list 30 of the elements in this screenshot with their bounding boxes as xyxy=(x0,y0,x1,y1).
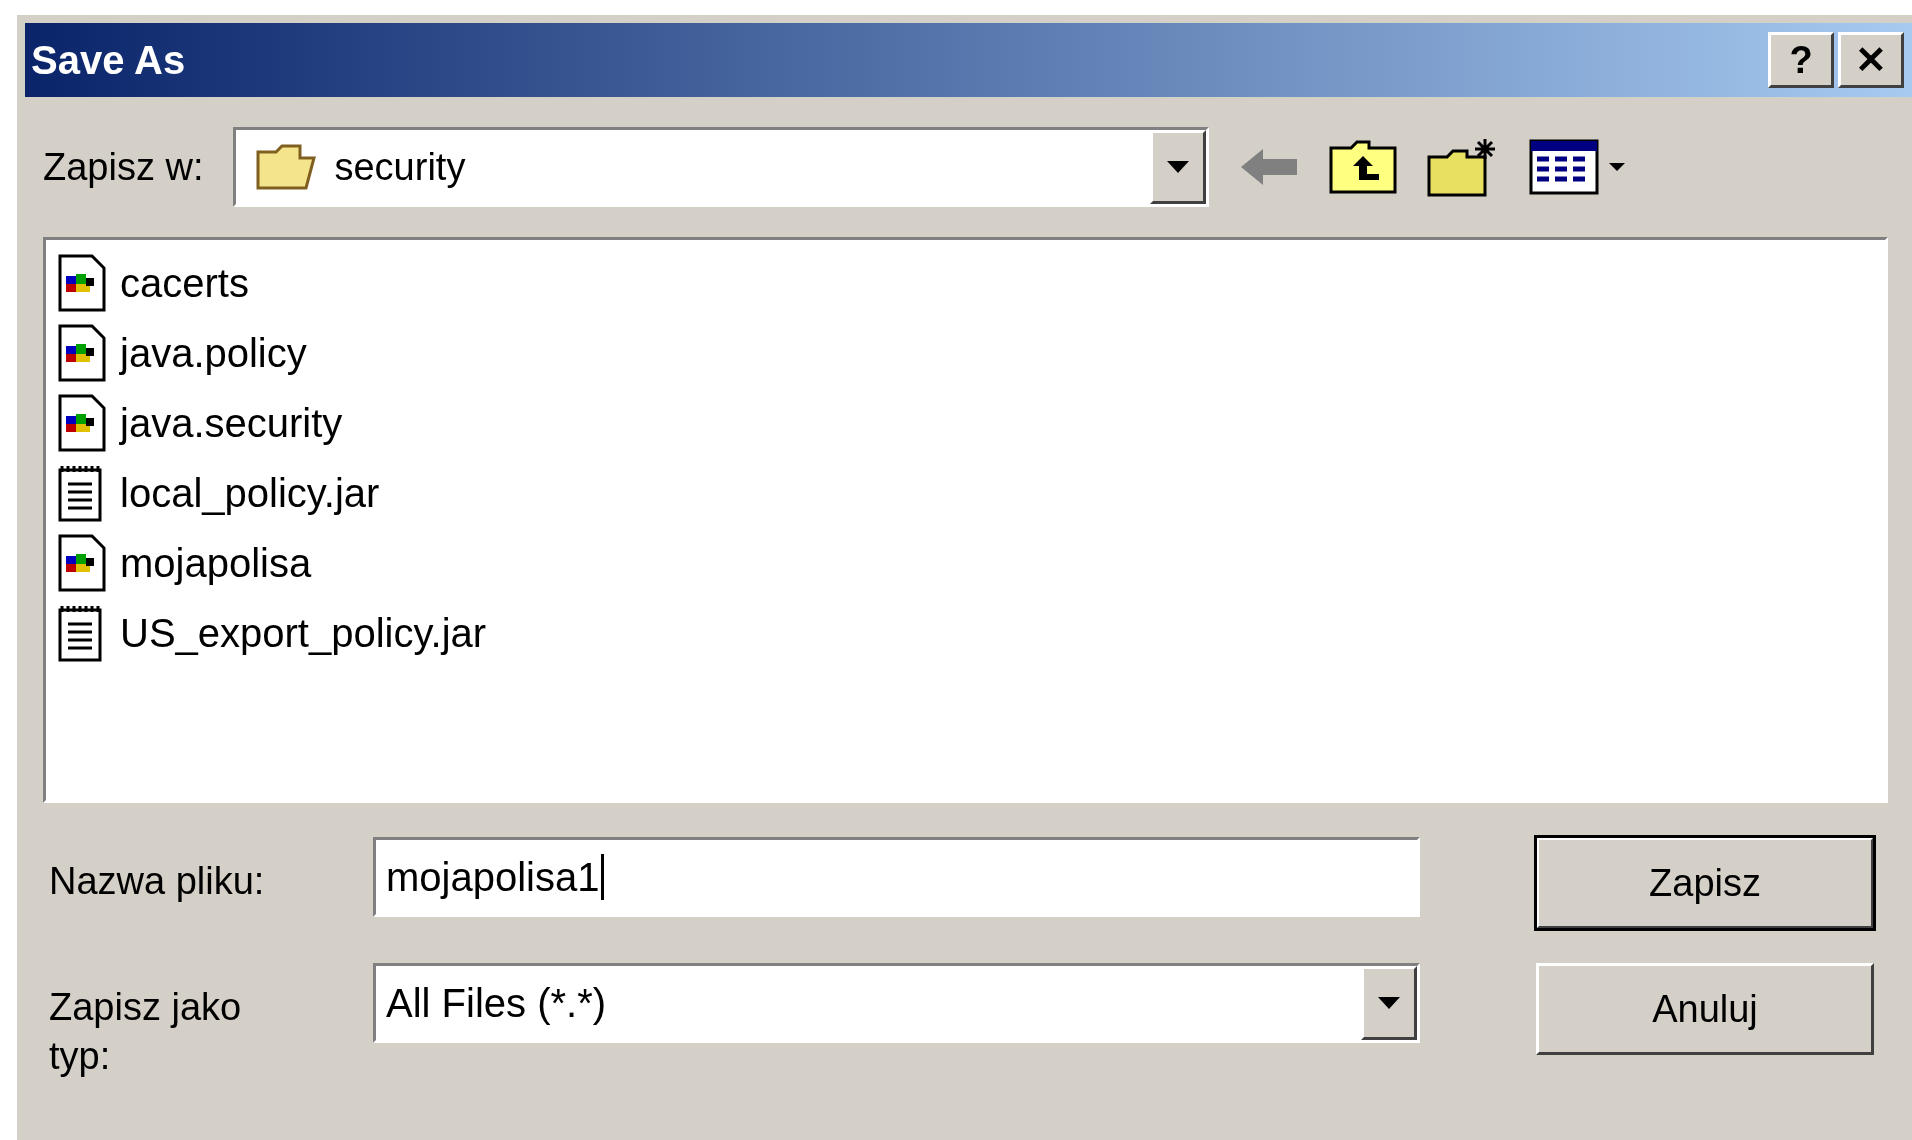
location-dropdown[interactable]: security xyxy=(233,127,1210,207)
location-value: security xyxy=(334,145,467,189)
filetype-dropdown[interactable]: All Files (*.*) xyxy=(373,963,1420,1043)
document-image-icon xyxy=(56,324,108,382)
document-image-icon xyxy=(56,394,108,452)
save-button[interactable]: Zapisz xyxy=(1536,837,1874,929)
document-image-icon xyxy=(56,254,108,312)
file-item[interactable]: java.security xyxy=(120,400,343,446)
folder-icon xyxy=(256,144,317,190)
file-item[interactable]: cacerts xyxy=(120,260,249,306)
window-title: Save As xyxy=(31,37,186,83)
dropdown-button[interactable] xyxy=(1361,966,1417,1040)
text-cursor xyxy=(601,854,605,900)
document-image-icon xyxy=(56,534,108,592)
dropdown-arrow-icon xyxy=(1167,161,1190,173)
cancel-button[interactable]: Anuluj xyxy=(1536,963,1874,1055)
location-label: Zapisz w: xyxy=(43,145,204,189)
file-item[interactable]: java.policy xyxy=(120,330,307,376)
dropdown-arrow-icon xyxy=(1378,997,1400,1009)
up-folder-icon[interactable] xyxy=(1329,140,1398,194)
file-item[interactable]: mojapolisa xyxy=(120,540,312,586)
help-button[interactable]: ? xyxy=(1768,32,1834,88)
back-arrow-icon[interactable] xyxy=(1239,147,1300,187)
filetype-label: Zapisz jako typ: xyxy=(48,985,243,1080)
file-item[interactable]: US_export_policy.jar xyxy=(120,610,487,656)
filename-field[interactable]: mojapolisa1 xyxy=(373,837,1420,917)
filename-label: Nazwa pliku: xyxy=(48,859,266,904)
dropdown-button[interactable] xyxy=(1150,130,1207,204)
close-button[interactable]: ✕ xyxy=(1838,32,1904,88)
file-item[interactable]: local_policy.jar xyxy=(120,470,380,516)
